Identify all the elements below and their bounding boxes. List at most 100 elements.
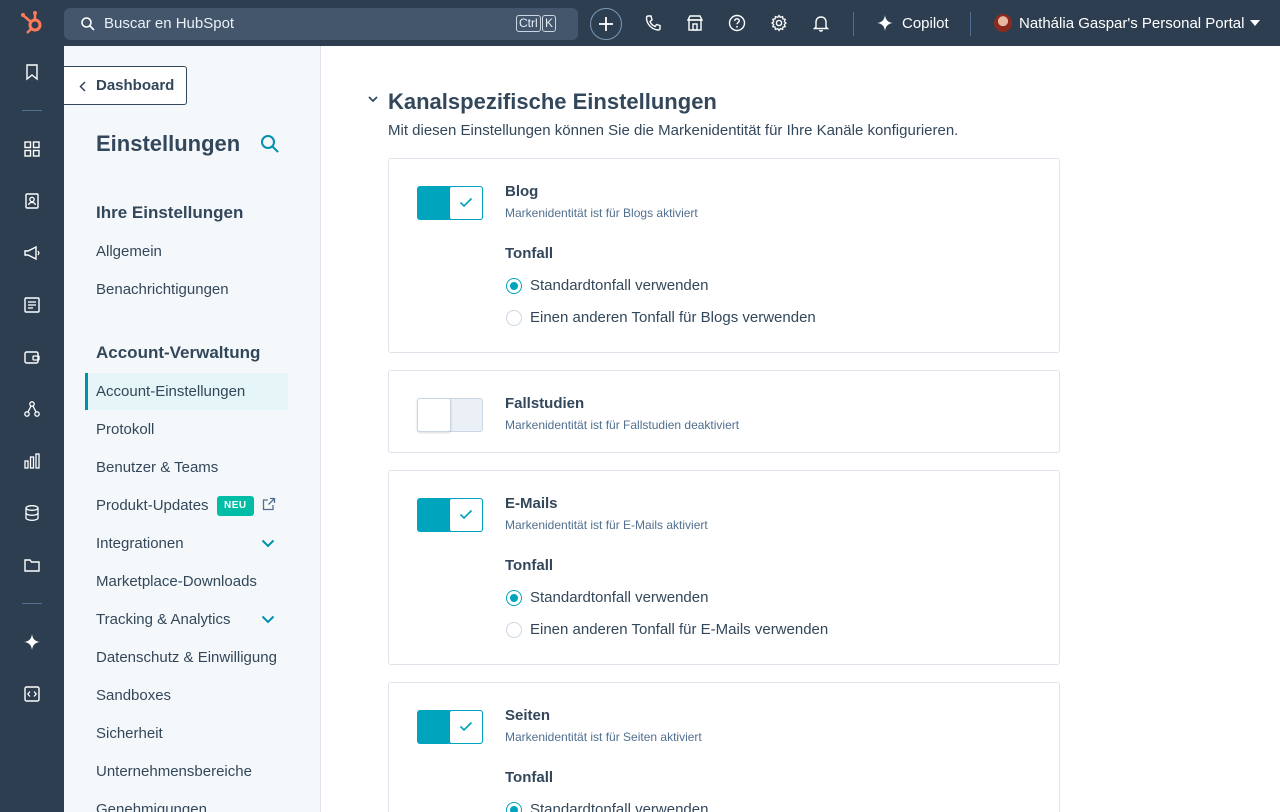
sidebar-item-label: Marketplace-Downloads [96, 573, 257, 590]
sidebar-item-tracking-analytics[interactable]: Tracking & Analytics [85, 601, 288, 638]
check-icon [459, 197, 473, 208]
card-subtitle: Markenidentität ist für Fallstudien deak… [505, 418, 740, 432]
sidebar-item-label: Benachrichtigungen [96, 281, 229, 298]
card-title: E-Mails [505, 495, 558, 512]
sidebar-item-label: Produkt-Updates [96, 497, 209, 514]
fallstudien-toggle[interactable] [417, 398, 483, 432]
section-heading-account: Account-Verwaltung [96, 343, 261, 362]
sidebar-item-marketplace-downloads[interactable]: Marketplace-Downloads [85, 563, 288, 600]
contacts-icon[interactable] [23, 192, 41, 210]
sidebar-item-sicherheit[interactable]: Sicherheit [85, 715, 288, 752]
caret-down-icon [1250, 20, 1260, 26]
card-subtitle: Markenidentität ist für Seiten aktiviert [505, 730, 702, 744]
global-search-input[interactable]: Buscar en HubSpot Ctrl K [64, 8, 578, 40]
sidebar-item-label: Datenschutz & Einwilligung [96, 649, 277, 666]
bell-icon[interactable] [812, 14, 830, 32]
apps-grid-icon[interactable] [23, 140, 41, 158]
chevron-down-icon [261, 615, 275, 624]
copilot-label: Copilot [902, 15, 949, 32]
reporting-icon[interactable] [23, 452, 41, 470]
copilot-sparkle-icon[interactable] [23, 633, 41, 651]
avatar [994, 14, 1012, 32]
topbar-divider [970, 12, 971, 36]
sidebar-item-benachrichtigungen[interactable]: Benachrichtigungen [85, 271, 288, 308]
chevron-down-icon [261, 539, 275, 548]
card-title: Blog [505, 183, 539, 200]
emails-toggle[interactable] [417, 498, 483, 532]
hubspot-logo-icon[interactable] [18, 9, 46, 37]
tone-label: Tonfall [505, 245, 554, 262]
section-description: Mit diesen Einstellungen können Sie die … [388, 122, 959, 139]
code-icon[interactable] [23, 685, 41, 703]
sidebar-item-label: Account-Einstellungen [96, 383, 246, 400]
radio-dot [506, 278, 522, 294]
sidebar-item-datenschutz[interactable]: Datenschutz & Einwilligung [85, 639, 288, 676]
page-title: Einstellungen [96, 131, 241, 156]
sidebar-item-benutzer-teams[interactable]: Benutzer & Teams [85, 449, 288, 486]
check-icon [459, 721, 473, 732]
sidebar-item-label: Unternehmensbereiche [96, 763, 252, 780]
sidebar-item-label: Protokoll [96, 421, 155, 438]
sidebar-item-integrationen[interactable]: Integrationen [85, 525, 288, 562]
sidebar-item-label: Integrationen [96, 535, 184, 552]
folder-icon[interactable] [23, 556, 41, 574]
gear-icon[interactable] [770, 14, 788, 32]
card-title: Fallstudien [505, 395, 585, 412]
megaphone-icon[interactable] [23, 244, 41, 262]
sidebar-item-label: Tracking & Analytics [96, 611, 231, 628]
section-title: Kanalspezifische Einstellungen [388, 89, 717, 114]
database-icon[interactable] [23, 504, 41, 522]
topbar-divider [853, 12, 854, 36]
search-icon[interactable] [260, 134, 280, 154]
phone-icon[interactable] [644, 14, 662, 32]
settings-sidebar: Dashboard Einstellungen Ihre Einstellung… [64, 46, 321, 812]
portal-name: Nathália Gaspar's Personal Portal [1019, 15, 1245, 32]
chevron-down-icon[interactable] [368, 96, 378, 103]
channel-card-emails: E-Mails Markenidentität ist für E-Mails … [388, 470, 1060, 665]
commerce-icon[interactable] [23, 348, 41, 366]
sidebar-item-protokoll[interactable]: Protokoll [85, 411, 288, 448]
seiten-toggle[interactable] [417, 710, 483, 744]
radio-label: Standardtonfall verwenden [530, 801, 709, 812]
radio-label: Einen anderen Tonfall für Blogs verwende… [530, 309, 816, 326]
sidebar-item-label: Genehmigungen [96, 801, 207, 812]
sidebar-item-genehmigungen[interactable]: Genehmigungen [85, 791, 288, 812]
radio-dot [506, 802, 522, 812]
chevron-left-icon [79, 81, 86, 92]
create-button[interactable] [590, 8, 622, 40]
content-icon[interactable] [23, 296, 41, 314]
main-content: Kanalspezifische Einstellungen Mit diese… [321, 46, 1280, 812]
section-heading-personal: Ihre Einstellungen [96, 203, 244, 222]
radio-dot [506, 622, 522, 638]
sidebar-item-unternehmensbereiche[interactable]: Unternehmensbereiche [85, 753, 288, 790]
channel-card-fallstudien: Fallstudien Markenidentität ist für Fall… [388, 370, 1060, 453]
blog-toggle[interactable] [417, 186, 483, 220]
radio-label: Einen anderen Tonfall für E-Mails verwen… [530, 621, 829, 638]
shortcut-k-key: K [542, 15, 557, 32]
radio-label: Standardtonfall verwenden [530, 589, 709, 606]
sidebar-item-produkt-updates[interactable]: Produkt-Updates NEU [85, 487, 288, 524]
sidebar-item-allgemein[interactable]: Allgemein [85, 233, 288, 270]
card-title: Seiten [505, 707, 551, 724]
sidebar-item-account-einstellungen[interactable]: Account-Einstellungen [85, 373, 288, 410]
sidebar-item-label: Sandboxes [96, 687, 172, 704]
search-placeholder: Buscar en HubSpot [104, 15, 235, 32]
shortcut-ctrl-key: Ctrl [516, 15, 541, 32]
card-subtitle: Markenidentität ist für E-Mails aktivier… [505, 518, 708, 532]
help-icon[interactable] [728, 14, 746, 32]
rail-divider [22, 603, 42, 604]
sidebar-item-label: Allgemein [96, 243, 162, 260]
radio-dot [506, 590, 522, 606]
sparkle-icon [877, 15, 893, 31]
marketplace-icon[interactable] [686, 14, 704, 32]
sidebar-item-label: Benutzer & Teams [96, 459, 219, 476]
bookmark-icon[interactable] [23, 63, 41, 81]
external-link-icon [262, 497, 276, 511]
sidebar-item-sandboxes[interactable]: Sandboxes [85, 677, 288, 714]
channel-card-seiten: Seiten Markenidentität ist für Seiten ak… [388, 682, 1060, 812]
automation-icon[interactable] [23, 400, 41, 418]
plus-icon [599, 17, 613, 31]
back-to-dashboard-button[interactable]: Dashboard [64, 66, 187, 105]
tone-label: Tonfall [505, 769, 554, 786]
tone-label: Tonfall [505, 557, 554, 574]
